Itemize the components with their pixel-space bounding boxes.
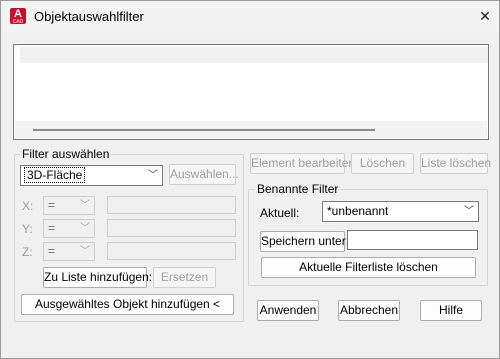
delete-current-filter-list-button[interactable]: Aktuelle Filterliste löschen [261, 257, 476, 278]
scrollbar-thumb[interactable] [33, 129, 375, 131]
current-filter-value: *unbenannt [327, 204, 389, 218]
object-selection-filter-dialog: A CAD Objektauswahlfilter ✕ Filter auswäh… [0, 0, 500, 359]
chevron-down-icon: ﹀ [80, 246, 90, 257]
x-label: X: [22, 199, 34, 213]
z-value-field[interactable] [107, 242, 236, 260]
save-as-button[interactable]: Speichern unter: [260, 231, 349, 252]
filter-list[interactable] [13, 44, 489, 140]
select-button[interactable]: Auswählen... [169, 164, 239, 185]
apply-button[interactable]: Anwenden [257, 300, 319, 321]
delete-button[interactable]: Löschen [351, 153, 414, 174]
chevron-down-icon: ﹀ [80, 223, 90, 234]
close-icon[interactable]: ✕ [475, 6, 495, 26]
autocad-app-icon: A CAD [10, 8, 26, 25]
named-filters-group-label: Benannte Filter [255, 182, 341, 196]
current-label: Aktuell: [260, 206, 300, 220]
y-operator-dropdown[interactable]: = ﹀ [43, 219, 95, 238]
add-to-list-button[interactable]: Zu Liste hinzufügen: [43, 267, 152, 288]
edit-item-button[interactable]: Element bearbeiten [250, 153, 355, 174]
add-selected-object-button[interactable]: Ausgewähltes Objekt hinzufügen < [21, 294, 234, 315]
z-label: Z: [22, 245, 33, 259]
x-value-field[interactable] [107, 196, 236, 214]
clear-list-button[interactable]: Liste löschen [420, 153, 491, 174]
entity-type-value: 3D-Fläche [23, 167, 86, 183]
cancel-button[interactable]: Abbrechen [338, 300, 400, 321]
chevron-down-icon: ﹀ [80, 200, 90, 211]
z-operator-dropdown[interactable]: = ﹀ [43, 242, 95, 261]
replace-button[interactable]: Ersetzen [153, 267, 216, 288]
title-bar: A CAD Objektauswahlfilter ✕ [1, 1, 499, 32]
select-filter-group-label: Filter auswählen [20, 147, 112, 161]
save-as-name-field[interactable] [347, 230, 478, 250]
list-item[interactable] [20, 47, 488, 63]
horizontal-scrollbar[interactable] [15, 121, 487, 138]
current-filter-dropdown[interactable]: *unbenannt ﹀ [322, 201, 479, 222]
chevron-down-icon: ﹀ [464, 206, 474, 217]
help-button[interactable]: Hilfe [420, 300, 482, 321]
chevron-down-icon: ﹀ [148, 170, 158, 181]
entity-type-dropdown[interactable]: 3D-Fläche ﹀ [20, 165, 163, 186]
window-title: Objektauswahlfilter [34, 9, 144, 24]
y-value-field[interactable] [107, 219, 236, 237]
x-operator-dropdown[interactable]: = ﹀ [43, 196, 95, 215]
y-label: Y: [22, 222, 33, 236]
